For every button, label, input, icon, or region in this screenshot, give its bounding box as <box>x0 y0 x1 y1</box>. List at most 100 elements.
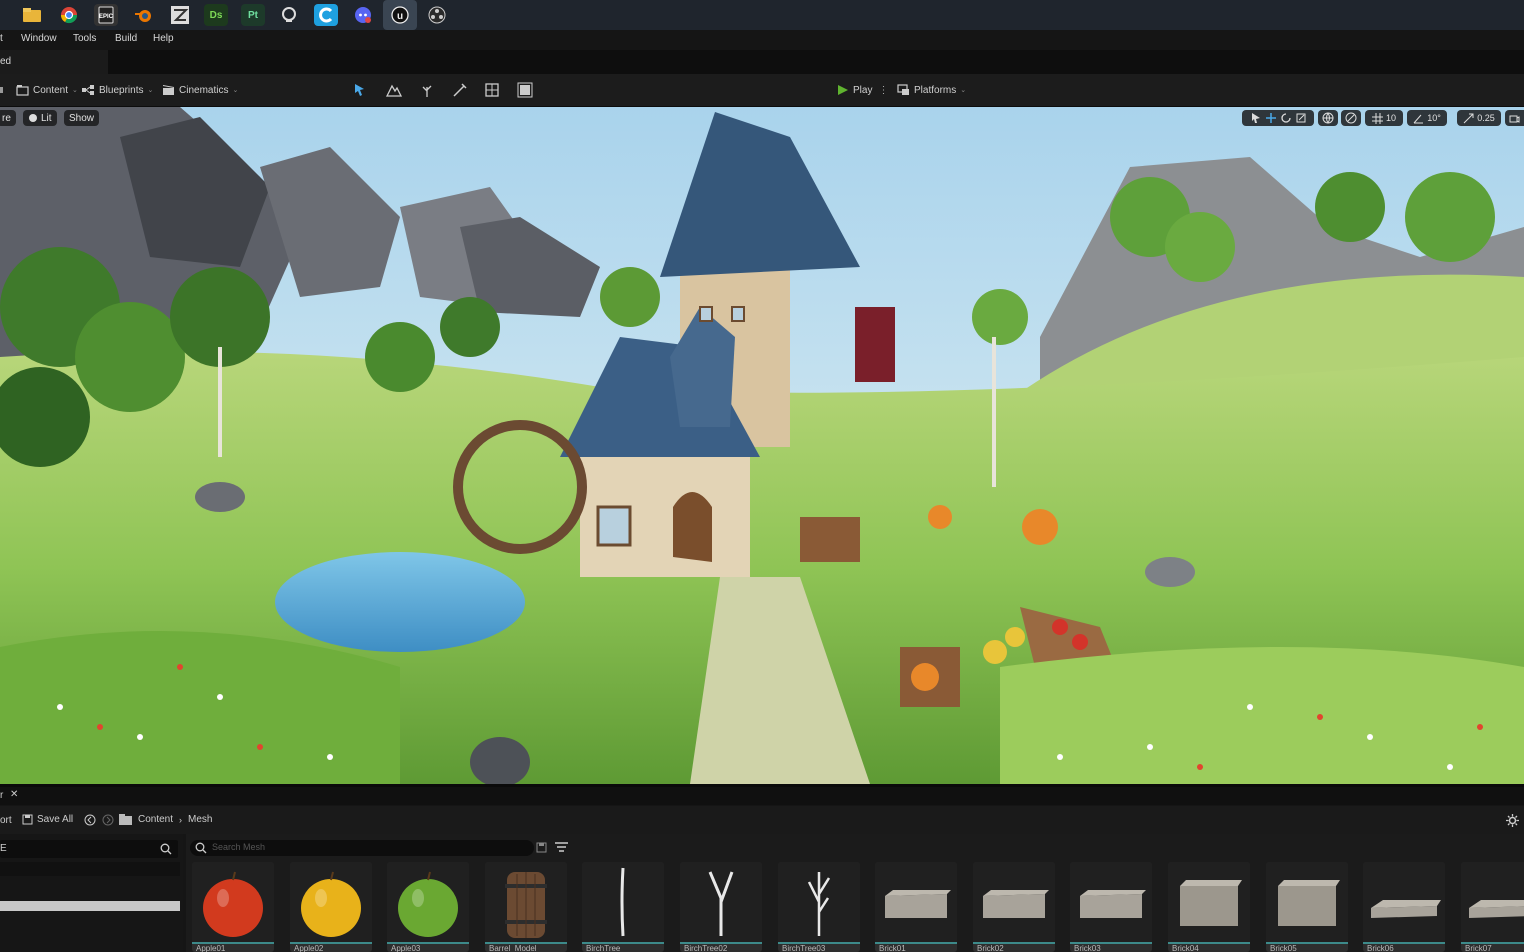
menu-window[interactable]: Window <box>21 33 57 44</box>
discord-icon[interactable] <box>351 4 375 26</box>
menu-tools[interactable]: Tools <box>73 33 96 44</box>
asset-search-placeholder: Search Mesh <box>212 842 266 852</box>
scale-icon[interactable] <box>1295 112 1307 124</box>
perspective-label: re <box>2 112 11 124</box>
rotation-snap-button[interactable]: 10° <box>1407 110 1447 126</box>
save-all-button[interactable]: Save All <box>22 814 73 825</box>
play-label: Play <box>853 84 873 96</box>
asset-name: Apple02 <box>290 942 372 952</box>
cinematics-button[interactable]: Cinematics ⌄ <box>162 82 238 98</box>
asset-name: Brick04 <box>1168 942 1250 952</box>
asset-name: BirchTree03 <box>778 942 860 952</box>
content-browser-tab-label[interactable]: r <box>0 790 3 801</box>
history-forward-icon[interactable] <box>102 814 114 826</box>
rotate-icon[interactable] <box>1280 112 1292 124</box>
foliage-mode-icon[interactable] <box>419 82 435 98</box>
level-viewport[interactable] <box>0 107 1524 784</box>
rotation-snap-value: 10° <box>1427 113 1441 123</box>
svg-text:u: u <box>397 11 403 22</box>
show-menu[interactable]: Show <box>64 110 100 126</box>
file-explorer-icon[interactable] <box>20 4 44 26</box>
asset-tile[interactable]: BirchTree02 <box>680 862 762 952</box>
content-browser-tab-row: r ✕ <box>0 787 1524 805</box>
level-tab-label: ed <box>0 56 12 67</box>
asset-tile[interactable]: Brick04 <box>1168 862 1250 952</box>
world-local-toggle[interactable] <box>1318 110 1338 126</box>
asset-name: Barrel_Model <box>485 942 567 952</box>
chrome-icon[interactable] <box>57 4 81 26</box>
asset-tile[interactable]: Brick03 <box>1070 862 1152 952</box>
show-label: Show <box>69 112 95 124</box>
folder-tree-selected-row[interactable] <box>0 901 180 911</box>
translate-icon[interactable] <box>1265 112 1277 124</box>
substance-designer-icon[interactable]: Ds <box>204 4 228 26</box>
view-mode-menu[interactable]: Lit <box>23 110 57 126</box>
filter-icon[interactable] <box>555 842 568 853</box>
asset-tile[interactable]: Apple02 <box>290 862 372 952</box>
asset-tile[interactable]: BirchTree <box>582 862 664 952</box>
asset-thumbnail <box>778 862 860 942</box>
zbrush-icon[interactable] <box>168 4 192 26</box>
history-back-icon[interactable] <box>84 814 96 826</box>
settings-gear-icon[interactable] <box>1506 814 1519 827</box>
asset-tile[interactable]: Barrel_Model <box>485 862 567 952</box>
breadcrumb-content[interactable]: Content <box>138 814 173 825</box>
folder-tree-row[interactable] <box>0 862 180 876</box>
content-button[interactable]: Content ⌄ <box>16 82 78 98</box>
substance-painter-icon[interactable]: Pt <box>241 4 265 26</box>
camera-speed-button[interactable] <box>1505 110 1524 126</box>
quixel-bridge-icon[interactable] <box>277 4 301 26</box>
asset-tile[interactable]: BirchTree03 <box>778 862 860 952</box>
chevron-right-icon: › <box>179 814 183 825</box>
blueprints-button[interactable]: Blueprints ⌄ <box>82 82 153 98</box>
grid-snap-button[interactable]: 10 <box>1365 110 1403 126</box>
asset-tile[interactable]: Apple01 <box>192 862 274 952</box>
toolbar-dropdown-stub[interactable] <box>0 87 3 93</box>
close-tab-icon[interactable]: ✕ <box>10 789 18 800</box>
asset-tile[interactable]: Apple03 <box>387 862 469 952</box>
landscape-mode-icon[interactable] <box>386 82 402 98</box>
asset-tile[interactable]: Brick07 <box>1461 862 1524 952</box>
asset-tile[interactable]: Brick01 <box>875 862 957 952</box>
surface-snapping-button[interactable] <box>1341 110 1361 126</box>
chevron-down-icon: ⌄ <box>960 87 967 94</box>
ccleaner-icon[interactable] <box>314 4 338 26</box>
blender-icon[interactable] <box>131 4 155 26</box>
slab-icon <box>1469 900 1524 918</box>
save-search-icon[interactable] <box>536 842 547 853</box>
asset-tile[interactable]: Brick05 <box>1266 862 1348 952</box>
brush-editing-mode-icon[interactable] <box>517 82 533 98</box>
scale-snap-button[interactable]: 0.25 <box>1457 110 1501 126</box>
asset-name: Brick07 <box>1461 942 1524 952</box>
menu-help[interactable]: Help <box>153 33 174 44</box>
blueprints-label: Blueprints <box>99 84 144 96</box>
play-button[interactable]: Play ⋮ <box>836 82 888 98</box>
breadcrumb-mesh[interactable]: Mesh <box>188 814 212 825</box>
import-button[interactable]: ort <box>0 815 12 826</box>
search-icon <box>160 843 172 855</box>
select-cursor-icon[interactable] <box>1250 112 1262 124</box>
folder-search-text: E <box>0 843 7 854</box>
asset-tile[interactable]: Brick02 <box>973 862 1055 952</box>
level-tab[interactable]: ed <box>0 50 108 74</box>
menu-edit-partial[interactable]: t <box>0 33 3 44</box>
unreal-engine-icon[interactable]: u <box>383 0 417 30</box>
asset-search-input[interactable]: Search Mesh <box>190 840 534 856</box>
obs-icon[interactable] <box>425 4 449 26</box>
epic-games-icon[interactable]: EPIC <box>94 4 118 26</box>
branch-icon <box>807 872 831 936</box>
asset-tile[interactable]: Brick06 <box>1363 862 1445 952</box>
play-options-icon[interactable]: ⋮ <box>878 85 888 96</box>
content-label: Content <box>33 84 69 96</box>
mesh-paint-mode-icon[interactable] <box>452 82 468 98</box>
brick-icon <box>983 890 1049 918</box>
select-mode-icon[interactable] <box>352 82 368 98</box>
perspective-menu[interactable]: re <box>0 110 16 126</box>
slab-icon <box>1371 900 1441 918</box>
menu-build[interactable]: Build <box>115 33 137 44</box>
asset-thumbnail <box>1461 862 1524 942</box>
fracture-mode-icon[interactable] <box>484 82 500 98</box>
platforms-button[interactable]: Platforms ⌄ <box>897 82 966 98</box>
folder-search-input[interactable]: E <box>0 840 178 858</box>
barrel-icon <box>505 872 547 938</box>
